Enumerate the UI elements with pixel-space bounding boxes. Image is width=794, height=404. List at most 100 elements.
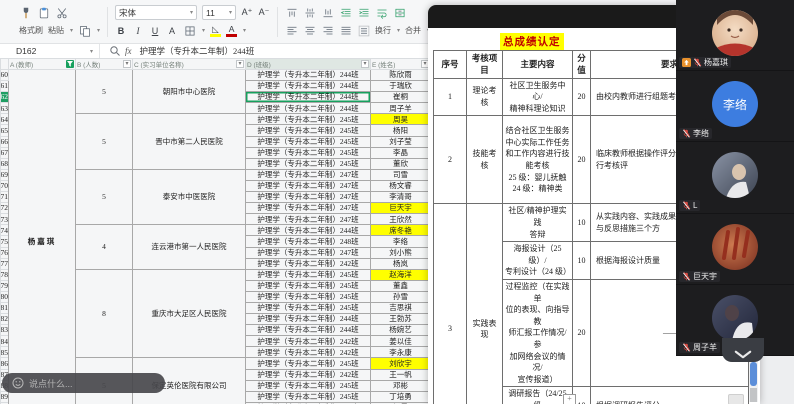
unit-cell[interactable]: 重庆市大足区人民医院 [133, 269, 246, 358]
name-cell[interactable]: 邓彬 [371, 380, 431, 391]
row-number[interactable]: 164 [1, 114, 9, 125]
column-header-D[interactable]: D (班级)▾ [246, 59, 371, 70]
class-cell[interactable]: 护理学（专升本二年制）247班 [246, 247, 371, 258]
count-cell[interactable]: 5 [76, 114, 133, 169]
row-number[interactable]: 180 [1, 291, 9, 302]
class-cell[interactable]: 护理学（专升本二年制）245班 [246, 391, 371, 402]
row-number[interactable]: 185 [1, 347, 9, 358]
autowrap-icon[interactable] [375, 6, 388, 19]
italic-button[interactable]: I [132, 26, 144, 36]
row-number[interactable]: 175 [1, 236, 9, 247]
teacher-cell[interactable]: 杨嘉琪 [9, 70, 76, 404]
name-cell[interactable]: 王欣然 [371, 214, 431, 225]
name-cell[interactable]: 李永康 [371, 347, 431, 358]
class-cell[interactable]: 护理学（专升本二年制）245班 [246, 158, 371, 169]
sheet-corner[interactable] [1, 59, 9, 70]
class-cell[interactable]: 护理学（专升本二年制）242班 [246, 258, 371, 269]
distributed-align-icon[interactable] [357, 24, 370, 37]
row-number[interactable]: 189 [1, 391, 9, 402]
row-number[interactable]: 165 [1, 125, 9, 136]
count-cell[interactable]: 8 [76, 269, 133, 358]
name-cell[interactable]: 于瑞欣 [371, 81, 431, 92]
row-number[interactable]: 166 [1, 136, 9, 147]
row-number[interactable]: 178 [1, 269, 9, 280]
class-cell[interactable]: 护理学（专升本二年制）244班 [246, 92, 371, 103]
row-number[interactable]: 184 [1, 336, 9, 347]
class-cell[interactable]: 护理学（专升本二年制）245班 [246, 358, 371, 369]
unit-cell[interactable]: 泰安市中医医院 [133, 169, 246, 224]
row-number[interactable]: 171 [1, 192, 9, 203]
name-cell[interactable]: 董欣 [371, 158, 431, 169]
strikethrough-button[interactable]: A [166, 26, 178, 36]
name-cell[interactable]: 李清哥 [371, 192, 431, 203]
class-cell[interactable]: 护理学（专升本二年制）245班 [246, 125, 371, 136]
class-cell[interactable]: 护理学（专升本二年制）247班 [246, 214, 371, 225]
decrease-indent-icon[interactable] [339, 6, 352, 19]
collapse-sidebar-button[interactable] [722, 338, 764, 362]
name-cell[interactable]: 周子羊 [371, 103, 431, 114]
class-cell[interactable]: 护理学（专升本二年制）245班 [246, 269, 371, 280]
align-bottom-icon[interactable] [321, 6, 334, 19]
cell-reference-box[interactable]: D162 ▾ [0, 44, 100, 58]
row-number[interactable]: 160 [1, 70, 9, 81]
class-cell[interactable]: 护理学（专升本二年制）245班 [246, 380, 371, 391]
filter-dropdown-icon[interactable]: ▾ [361, 60, 369, 68]
increase-indent-icon[interactable] [357, 6, 370, 19]
chat-input[interactable]: 说点什么... [2, 373, 165, 393]
name-cell[interactable]: 杨文睿 [371, 180, 431, 191]
class-cell[interactable]: 护理学（专升本二年制）244班 [246, 70, 371, 81]
row-number[interactable]: 162 [1, 92, 9, 103]
row-number[interactable]: 177 [1, 258, 9, 269]
align-top-icon[interactable] [285, 6, 298, 19]
class-cell[interactable]: 护理学（专升本二年制）247班 [246, 180, 371, 191]
font-name-select[interactable]: 宋体▾ [115, 5, 197, 20]
class-cell[interactable]: 护理学（专升本二年制）248班 [246, 236, 371, 247]
name-cell[interactable]: 席冬艳 [371, 225, 431, 236]
name-cell[interactable]: 周昊 [371, 114, 431, 125]
class-cell[interactable]: 护理学（专升本二年制）247班 [246, 169, 371, 180]
class-cell[interactable]: 护理学（专升本二年制）244班 [246, 225, 371, 236]
paste-button[interactable]: 粘贴 [48, 25, 64, 36]
decrease-font-icon[interactable]: A⁻ [258, 7, 270, 18]
name-cell[interactable]: 杨阳 [371, 125, 431, 136]
row-number[interactable]: 174 [1, 225, 9, 236]
filter-dropdown-icon[interactable]: ▾ [236, 60, 244, 68]
class-cell[interactable]: 护理学（专升本二年制）245班 [246, 291, 371, 302]
count-cell[interactable]: 5 [76, 70, 133, 114]
row-number[interactable]: 172 [1, 203, 9, 214]
class-cell[interactable]: 护理学（专升本二年制）247班 [246, 192, 371, 203]
count-cell[interactable]: 4 [76, 225, 133, 269]
name-cell[interactable]: 姜以佳 [371, 336, 431, 347]
participant-tile[interactable]: L [676, 142, 794, 213]
unit-cell[interactable]: 晋中市第二人民医院 [133, 114, 246, 169]
row-number[interactable]: 167 [1, 147, 9, 158]
row-number[interactable]: 161 [1, 81, 9, 92]
name-cell[interactable]: 杨婉艺 [371, 325, 431, 336]
participant-tile[interactable]: 巨天宇 [676, 214, 794, 285]
column-header-A[interactable]: A (教师) [9, 59, 76, 70]
copy-dropdown-icon[interactable]: ▾ [97, 27, 100, 34]
name-cell[interactable]: 王一帆 [371, 369, 431, 380]
unit-cell[interactable]: 朝阳市中心医院 [133, 70, 246, 114]
emoji-icon[interactable] [11, 377, 24, 390]
class-cell[interactable]: 护理学（专升本二年制）244班 [246, 81, 371, 92]
wrap-button[interactable]: 换行 [375, 25, 391, 36]
class-cell[interactable]: 护理学（专升本二年制）244班 [246, 314, 371, 325]
name-cell[interactable]: 吉思祺 [371, 302, 431, 313]
row-number[interactable]: 176 [1, 247, 9, 258]
merge-table-icon[interactable] [393, 6, 406, 19]
name-cell[interactable]: 刘小熊 [371, 247, 431, 258]
copy-icon[interactable] [78, 24, 91, 37]
row-number[interactable]: 183 [1, 325, 9, 336]
float-tool-icon[interactable] [728, 394, 744, 404]
column-header-B[interactable]: B (人数)▾ [76, 59, 133, 70]
class-cell[interactable]: 护理学（专升本二年制）245班 [246, 114, 371, 125]
name-cell[interactable]: 董鑫 [371, 280, 431, 291]
class-cell[interactable]: 护理学（专升本二年制）245班 [246, 280, 371, 291]
name-cell[interactable]: 司雪 [371, 169, 431, 180]
name-cell[interactable]: 丁培勇 [371, 391, 431, 402]
justify-icon[interactable] [339, 24, 352, 37]
name-cell[interactable]: 王勃苏 [371, 314, 431, 325]
participant-tile[interactable]: 李络李络 [676, 71, 794, 142]
class-cell[interactable]: 护理学（专升本二年制）244班 [246, 325, 371, 336]
